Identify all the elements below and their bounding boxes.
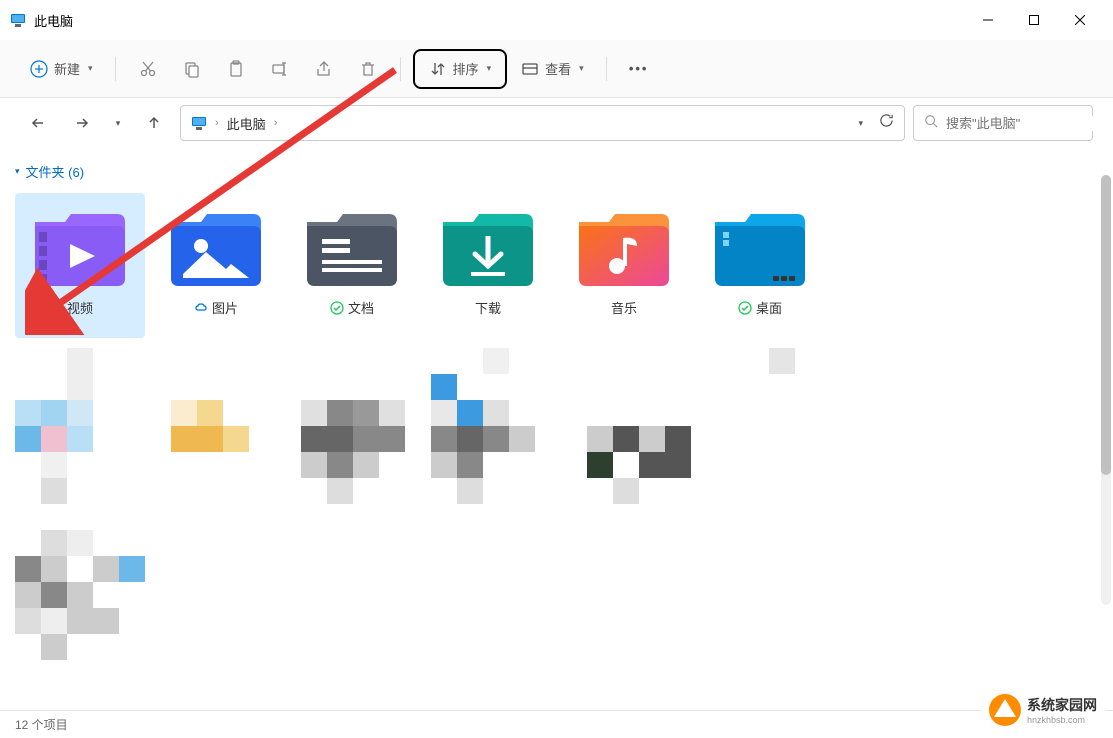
cut-button[interactable]	[128, 51, 168, 87]
divider	[115, 57, 116, 81]
folder-label: 音乐	[611, 298, 637, 317]
divider	[400, 57, 401, 81]
paste-button[interactable]	[216, 51, 256, 87]
check-sync-icon	[738, 301, 752, 315]
recent-button[interactable]: ▾	[108, 105, 128, 141]
watermark-logo-icon	[989, 694, 1021, 726]
close-button[interactable]	[1057, 4, 1103, 36]
up-button[interactable]	[136, 105, 172, 141]
copy-button[interactable]	[172, 51, 212, 87]
downloads-folder-icon	[443, 214, 533, 286]
address-bar[interactable]: › 此电脑 › ▾	[180, 105, 905, 141]
music-folder-icon	[579, 214, 669, 286]
scrollbar[interactable]	[1101, 175, 1111, 605]
trash-icon	[359, 60, 377, 78]
documents-folder-icon	[307, 214, 397, 286]
folder-music[interactable]: 音乐	[559, 193, 689, 338]
watermark: 系统家园网 hnzkhbsb.com	[981, 690, 1105, 730]
plus-circle-icon	[30, 60, 48, 78]
clipboard-icon	[227, 60, 245, 78]
folders-section-header[interactable]: ▾ 文件夹 (6)	[15, 158, 1098, 185]
search-input[interactable]	[946, 116, 1113, 131]
window-title: 此电脑	[34, 11, 73, 30]
search-icon	[924, 114, 938, 133]
copy-icon	[183, 60, 201, 78]
scrollbar-thumb[interactable]	[1101, 175, 1111, 475]
view-icon	[521, 60, 539, 78]
videos-folder-icon	[35, 214, 125, 286]
check-sync-icon	[330, 301, 344, 315]
folder-downloads[interactable]: 下载	[423, 193, 553, 338]
chevron-down-icon: ▾	[579, 63, 584, 74]
pc-icon	[191, 115, 207, 131]
breadcrumb-separator: ›	[274, 117, 278, 129]
folder-documents[interactable]: 文档	[287, 193, 417, 338]
view-button[interactable]: 查看 ▾	[511, 51, 594, 87]
watermark-url: hnzkhbsb.com	[1027, 715, 1097, 725]
sort-icon	[429, 60, 447, 78]
ellipsis-icon: •••	[629, 61, 649, 76]
status-items-count: 12 个项目	[15, 716, 68, 733]
refresh-button[interactable]	[879, 113, 894, 133]
chevron-down-icon: ▾	[15, 166, 20, 177]
address-dropdown-icon[interactable]: ▾	[850, 118, 871, 129]
search-box[interactable]	[913, 105, 1093, 141]
back-button[interactable]	[20, 105, 56, 141]
forward-button[interactable]	[64, 105, 100, 141]
folder-label: 图片	[212, 298, 238, 317]
folder-pictures[interactable]: 图片	[151, 193, 281, 338]
new-label: 新建	[54, 59, 80, 78]
minimize-button[interactable]	[965, 4, 1011, 36]
breadcrumb[interactable]: 此电脑	[227, 114, 266, 133]
folder-label: 下载	[475, 298, 501, 317]
sort-button[interactable]: 排序 ▾	[413, 49, 508, 89]
more-button[interactable]: •••	[619, 51, 659, 87]
breadcrumb-separator: ›	[215, 117, 219, 129]
watermark-title: 系统家园网	[1027, 695, 1097, 715]
new-button[interactable]: 新建 ▾	[20, 51, 103, 87]
chevron-down-icon: ▾	[487, 63, 492, 74]
chevron-down-icon: ▾	[116, 118, 121, 129]
view-label: 查看	[545, 59, 571, 78]
rename-icon	[271, 60, 289, 78]
desktop-folder-icon	[715, 214, 805, 286]
scissors-icon	[139, 60, 157, 78]
obscured-content	[15, 348, 795, 660]
section-label: 文件夹 (6)	[26, 162, 85, 181]
folder-label: 文档	[348, 298, 374, 317]
folder-label: 桌面	[756, 298, 782, 317]
divider	[606, 57, 607, 81]
maximize-button[interactable]	[1011, 4, 1057, 36]
pictures-folder-icon	[171, 214, 261, 286]
folder-label: 视频	[67, 298, 93, 317]
sort-label: 排序	[453, 59, 479, 78]
share-button[interactable]	[304, 51, 344, 87]
rename-button[interactable]	[260, 51, 300, 87]
cloud-sync-icon	[194, 301, 208, 315]
chevron-down-icon: ▾	[88, 63, 93, 74]
app-icon	[10, 12, 26, 28]
share-icon	[315, 60, 333, 78]
folder-desktop[interactable]: 桌面	[695, 193, 825, 338]
delete-button[interactable]	[348, 51, 388, 87]
folder-videos[interactable]: 视频	[15, 193, 145, 338]
